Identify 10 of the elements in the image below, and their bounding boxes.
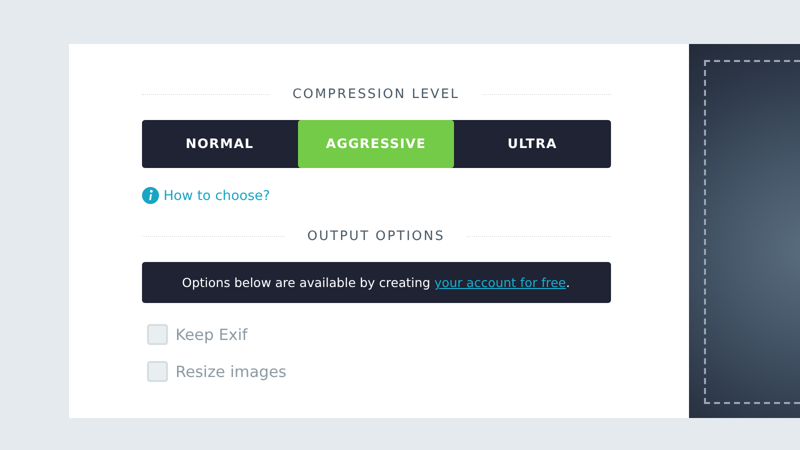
- compression-option[interactable]: NORMAL: [142, 120, 298, 168]
- compression-option[interactable]: ULTRA: [454, 120, 610, 168]
- section-heading: OUTPUT OPTIONS: [307, 228, 445, 244]
- checkbox-label: Keep Exif: [176, 326, 248, 344]
- checkbox-label: Resize images: [176, 362, 286, 380]
- section-heading: COMPRESSION LEVEL: [292, 86, 460, 102]
- notice-text: Options below are available by creating your account for free.: [182, 275, 570, 290]
- account-link[interactable]: your account for free: [434, 275, 566, 290]
- info-icon: [142, 187, 158, 204]
- drop-zone[interactable]: [689, 44, 800, 418]
